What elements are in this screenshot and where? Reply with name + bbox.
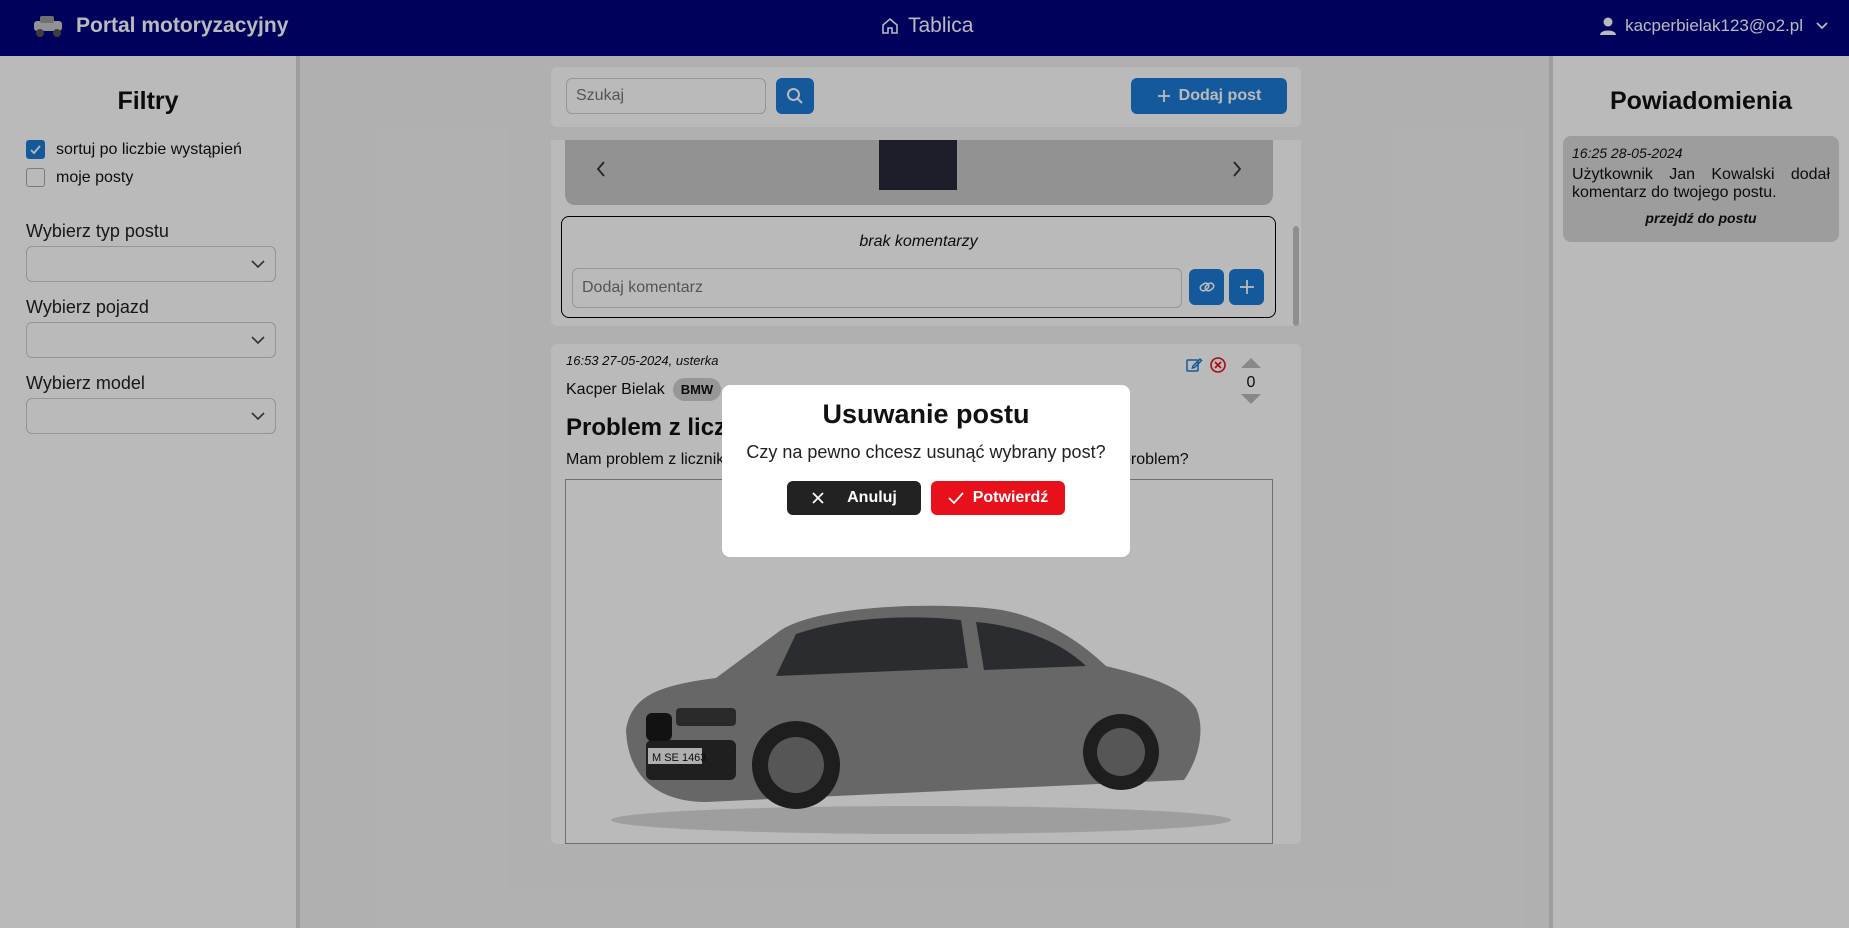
modal-title: Usuwanie postu	[822, 399, 1030, 429]
modal-message: Czy na pewno chcesz usunąć wybrany post?	[746, 442, 1106, 462]
confirm-label: Potwierdź	[972, 489, 1049, 506]
cancel-button[interactable]: Anuluj	[787, 481, 921, 515]
close-icon	[812, 492, 824, 504]
check-icon	[948, 492, 964, 505]
modal-buttons: Anuluj Potwierdź	[722, 481, 1130, 515]
cancel-label: Anuluj	[847, 489, 897, 506]
confirm-button[interactable]: Potwierdź	[931, 481, 1065, 515]
delete-post-modal: Usuwanie postu Czy na pewno chcesz usuną…	[722, 385, 1130, 557]
